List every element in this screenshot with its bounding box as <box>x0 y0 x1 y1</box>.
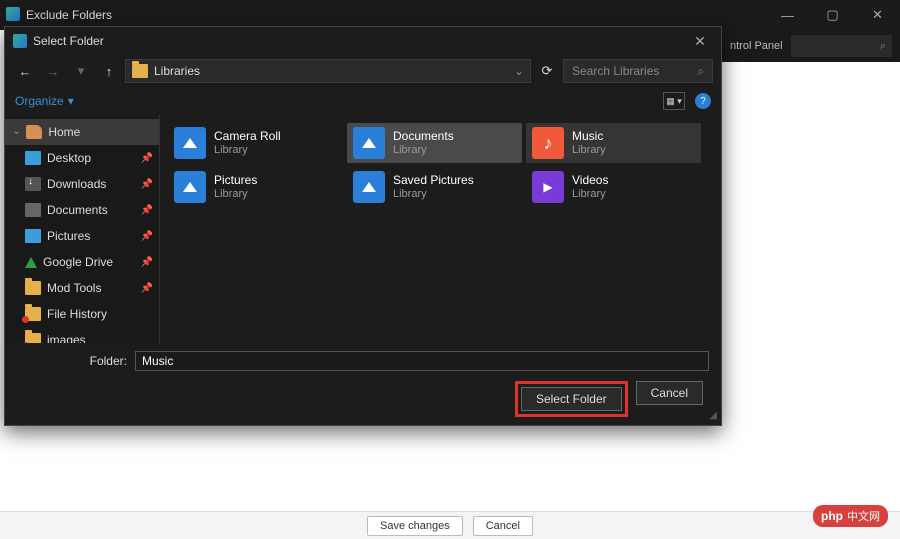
library-type: Library <box>393 188 474 201</box>
chevron-down-icon[interactable]: ⌄ <box>514 64 524 78</box>
folder-name-input[interactable] <box>135 351 709 371</box>
sidebar-item-documents[interactable]: Documents 📌 <box>5 197 159 223</box>
control-panel-label: ntrol Panel <box>730 40 783 52</box>
library-item-videos[interactable]: VideosLibrary <box>526 167 701 207</box>
library-name: Saved Pictures <box>393 173 474 187</box>
close-button[interactable]: ✕ <box>855 0 900 30</box>
back-button[interactable]: ← <box>13 59 37 83</box>
blue-library-icon <box>174 127 206 159</box>
pin-icon: 📌 <box>141 153 153 164</box>
blue-library-icon <box>353 171 385 203</box>
library-name: Videos <box>572 173 608 187</box>
library-type: Library <box>572 188 608 201</box>
recent-locations-button[interactable]: ▾ <box>69 59 93 83</box>
folder-field-label: Folder: <box>17 354 127 368</box>
select-folder-dialog: Select Folder ✕ ← → ▾ ↑ Libraries ⌄ ⟳ Se… <box>4 26 722 426</box>
pin-icon: 📌 <box>141 231 153 242</box>
folder-icon <box>25 281 41 295</box>
library-item-saved-pictures[interactable]: Saved PicturesLibrary <box>347 167 522 207</box>
library-type: Library <box>572 144 606 157</box>
forward-button[interactable]: → <box>41 59 65 83</box>
sidebar-item-pictures[interactable]: Pictures 📌 <box>5 223 159 249</box>
library-item-pictures[interactable]: PicturesLibrary <box>168 167 343 207</box>
page-bottom-bar: Save changes Cancel <box>0 511 900 539</box>
dialog-close-button[interactable]: ✕ <box>685 33 715 50</box>
home-icon <box>26 125 42 139</box>
library-type: Library <box>214 188 257 201</box>
sidebar-item-images[interactable]: images <box>5 327 159 343</box>
desktop-icon <box>25 151 41 165</box>
minimize-button[interactable]: — <box>765 0 810 30</box>
dialog-titlebar[interactable]: Select Folder ✕ <box>5 27 721 55</box>
search-placeholder: Search Libraries <box>572 64 659 78</box>
search-input[interactable]: Search Libraries ⌕ <box>563 59 713 83</box>
gdrive-icon <box>25 257 37 268</box>
folder-icon <box>25 307 41 321</box>
library-item-documents[interactable]: DocumentsLibrary <box>347 123 522 163</box>
maximize-button[interactable]: ▢ <box>810 0 855 30</box>
toolbar: Organize ▾ ▦ ▾ ? <box>5 87 721 115</box>
sidebar-item-label: Google Drive <box>43 255 113 269</box>
pin-icon: 📌 <box>141 283 153 294</box>
navigation-sidebar: HomeDesktop📌Downloads📌Documents📌Pictures… <box>5 115 160 343</box>
library-item-camera-roll[interactable]: Camera RollLibrary <box>168 123 343 163</box>
outer-window-title: Exclude Folders <box>0 8 112 22</box>
cancel-button[interactable]: Cancel <box>636 381 703 405</box>
blue-library-icon <box>353 127 385 159</box>
pin-icon: 📌 <box>141 257 153 268</box>
sidebar-item-label: Documents <box>47 203 108 217</box>
sidebar-item-mod-tools[interactable]: Mod Tools 📌 <box>5 275 159 301</box>
library-type: Library <box>214 144 281 157</box>
sidebar-item-google-drive[interactable]: Google Drive 📌 <box>5 249 159 275</box>
pin-icon: 📌 <box>141 179 153 190</box>
content-pane: Camera RollLibraryDocumentsLibraryMusicL… <box>160 115 721 343</box>
downloads-icon <box>25 177 41 191</box>
sidebar-item-label: Pictures <box>47 229 90 243</box>
sidebar-item-home[interactable]: Home <box>5 119 159 145</box>
sidebar-item-label: Desktop <box>47 151 91 165</box>
folder-icon <box>25 333 41 343</box>
save-changes-button[interactable]: Save changes <box>367 516 463 536</box>
select-folder-button[interactable]: Select Folder <box>521 387 622 411</box>
dialog-title: Select Folder <box>11 34 104 48</box>
chevron-down-icon: ▾ <box>68 94 74 108</box>
page-cancel-button[interactable]: Cancel <box>473 516 533 536</box>
sidebar-item-downloads[interactable]: Downloads 📌 <box>5 171 159 197</box>
library-type: Library <box>393 144 454 157</box>
sidebar-item-desktop[interactable]: Desktop 📌 <box>5 145 159 171</box>
nav-row: ← → ▾ ↑ Libraries ⌄ ⟳ Search Libraries ⌕ <box>5 55 721 87</box>
sidebar-item-label: File History <box>47 307 107 321</box>
sidebar-item-label: Home <box>48 125 80 139</box>
organize-button[interactable]: Organize ▾ <box>15 94 74 108</box>
pics-icon <box>25 229 41 243</box>
sidebar-item-label: Mod Tools <box>47 281 101 295</box>
up-button[interactable]: ↑ <box>97 59 121 83</box>
sidebar-item-label: images <box>47 333 86 343</box>
highlight-annotation: Select Folder <box>515 381 628 417</box>
video-library-icon <box>532 171 564 203</box>
sidebar-item-label: Downloads <box>47 177 106 191</box>
dialog-footer: Folder: Select Folder Cancel <box>5 343 721 425</box>
search-icon: ⌕ <box>697 64 704 79</box>
docs-icon <box>25 203 41 217</box>
blue-library-icon <box>174 171 206 203</box>
pin-icon: 📌 <box>141 205 153 216</box>
help-button[interactable]: ? <box>695 93 711 109</box>
library-name: Camera Roll <box>214 129 281 143</box>
folder-icon <box>132 64 148 78</box>
refresh-button[interactable]: ⟳ <box>535 63 559 79</box>
sidebar-item-file-history[interactable]: File History <box>5 301 159 327</box>
watermark-badge: php中文网 <box>813 505 888 527</box>
view-options-button[interactable]: ▦ ▾ <box>663 92 685 110</box>
library-name: Music <box>572 129 606 143</box>
outer-search-input[interactable]: ⌕ <box>791 35 892 57</box>
breadcrumb[interactable]: Libraries ⌄ <box>125 59 531 83</box>
library-name: Documents <box>393 129 454 143</box>
outer-toolbar: ntrol Panel ⌕ <box>722 30 900 62</box>
library-name: Pictures <box>214 173 257 187</box>
music-library-icon <box>532 127 564 159</box>
library-item-music[interactable]: MusicLibrary <box>526 123 701 163</box>
breadcrumb-label: Libraries <box>154 64 200 78</box>
resize-grip-icon[interactable]: ◢ <box>709 410 717 421</box>
